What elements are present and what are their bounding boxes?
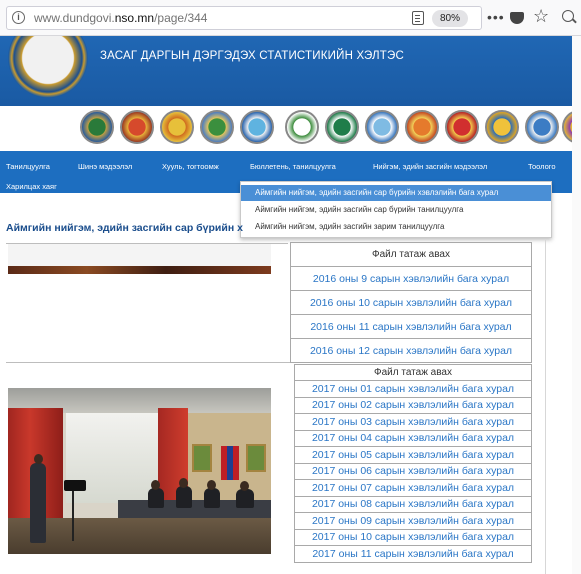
download-link-2017-11[interactable]: 2017 оны 11 сарын хэвлэлийн бага хурал [294, 545, 532, 563]
download-link-2017-09[interactable]: 2017 оны 09 сарын хэвлэлийн бага хурал [294, 512, 532, 530]
soum-logos-row [0, 106, 581, 151]
press-photo-2017 [8, 388, 271, 554]
soum-logo[interactable] [485, 110, 519, 144]
download-link-2016-11[interactable]: 2016 оны 11 сарын хэвлэлийн бага хурал [290, 314, 532, 339]
download-link-2017-08[interactable]: 2017 оны 08 сарын хэвлэлийн бага хурал [294, 495, 532, 513]
soum-logo[interactable] [285, 110, 319, 144]
soum-logo[interactable] [365, 110, 399, 144]
soum-logo[interactable] [120, 110, 154, 144]
soum-logo[interactable] [325, 110, 359, 144]
download-link-2016-09[interactable]: 2016 оны 9 сарын хэвлэлийн бага хурал [290, 266, 532, 291]
divider [6, 362, 290, 363]
download-link-2016-10[interactable]: 2016 оны 10 сарын хэвлэлийн бага хурал [290, 290, 532, 315]
nav-item-laws[interactable]: Хууль, тогтоомж [162, 162, 219, 171]
download-table-2017: Файл татаж авах 2017 оны 01 сарын хэвлэл… [294, 364, 532, 563]
nav-item-about[interactable]: Танилцуулга [6, 162, 50, 171]
browser-toolbar: i www.dundgovi.nso.mn/page/344 80% ••• ☆ [0, 0, 581, 36]
nav-item-bulletins[interactable]: Бюллетень, танилцуулга [250, 162, 336, 171]
download-link-2017-04[interactable]: 2017 оны 04 сарын хэвлэлийн бага хурал [294, 429, 532, 447]
content-border [545, 240, 546, 574]
press-photo-2016 [8, 244, 271, 274]
download-table-2016: Файл татаж авах 2016 оны 9 сарын хэвлэли… [290, 242, 532, 363]
soum-logo[interactable] [525, 110, 559, 144]
soum-logo[interactable] [405, 110, 439, 144]
url-domain: nso.mn [114, 11, 155, 25]
url-prefix: www.dundgovi. [34, 11, 115, 25]
nav-item-socio-economic[interactable]: Нийгэм, эдийн засгийн мэдээлэл [373, 162, 487, 171]
table-header: Файл татаж авах [294, 364, 532, 381]
soum-logo[interactable] [200, 110, 234, 144]
search-icon[interactable] [562, 10, 574, 22]
soum-logo[interactable] [445, 110, 479, 144]
download-link-2017-05[interactable]: 2017 оны 05 сарын хэвлэлийн бага хурал [294, 446, 532, 464]
nav-item-news[interactable]: Шинэ мэдээлэл [78, 162, 132, 171]
national-emblem-logo[interactable] [8, 36, 88, 98]
dropdown-item-monthly-intro[interactable]: Аймгийн нийгэм, эдийн засгийн сар бүрийн… [241, 202, 551, 218]
info-icon[interactable]: i [12, 11, 25, 24]
bookmark-star-icon[interactable]: ☆ [533, 6, 549, 27]
nav-dropdown-menu: Аймгийн нийгэм, эдийн засгийн сар бүрийн… [240, 181, 552, 238]
download-link-2017-03[interactable]: 2017 оны 03 сарын хэвлэлийн бага хурал [294, 413, 532, 431]
page-actions-icon[interactable]: ••• [487, 9, 505, 25]
download-link-2016-12[interactable]: 2016 оны 12 сарын хэвлэлийн бага хурал [290, 338, 532, 363]
download-link-2017-06[interactable]: 2017 оны 06 сарын хэвлэлийн бага хурал [294, 462, 532, 480]
soum-logo[interactable] [160, 110, 194, 144]
reader-view-icon[interactable] [412, 11, 424, 25]
download-link-2017-01[interactable]: 2017 оны 01 сарын хэвлэлийн бага хурал [294, 380, 532, 398]
url-text[interactable]: www.dundgovi.nso.mn/page/344 [34, 11, 207, 25]
scrollbar[interactable] [572, 36, 581, 574]
page-title: Аймгийн нийгэм, эдийн засгийн сар бүрийн… [6, 222, 243, 234]
dropdown-item-monthly-press[interactable]: Аймгийн нийгэм, эдийн засгийн сар бүрийн… [241, 185, 551, 201]
download-link-2017-10[interactable]: 2017 оны 10 сарын хэвлэлийн бага хурал [294, 528, 532, 546]
soum-logo[interactable] [80, 110, 114, 144]
download-link-2017-07[interactable]: 2017 оны 07 сарын хэвлэлийн бага хурал [294, 479, 532, 497]
download-link-2017-02[interactable]: 2017 оны 02 сарын хэвлэлийн бага хурал [294, 396, 532, 414]
table-header: Файл татаж авах [290, 242, 532, 267]
nav-item-contact[interactable]: Харилцах хаяг [6, 182, 57, 191]
dropdown-item-other-intro[interactable]: Аймгийн нийгэм, эдийн засгийн зарим тани… [241, 219, 551, 235]
zoom-badge[interactable]: 80% [432, 10, 469, 27]
org-title: ЗАСАГ ДАРГЫН ДЭРГЭДЭХ СТАТИСТИКИЙН ХЭЛТЭ… [100, 50, 404, 62]
url-path: /page/344 [154, 11, 208, 25]
nav-item-census[interactable]: Тоолого [528, 162, 556, 171]
pocket-icon[interactable] [510, 12, 524, 24]
soum-logo[interactable] [240, 110, 274, 144]
site-banner: ЗАСАГ ДАРГЫН ДЭРГЭДЭХ СТАТИСТИКИЙН ХЭЛТЭ… [0, 36, 581, 106]
